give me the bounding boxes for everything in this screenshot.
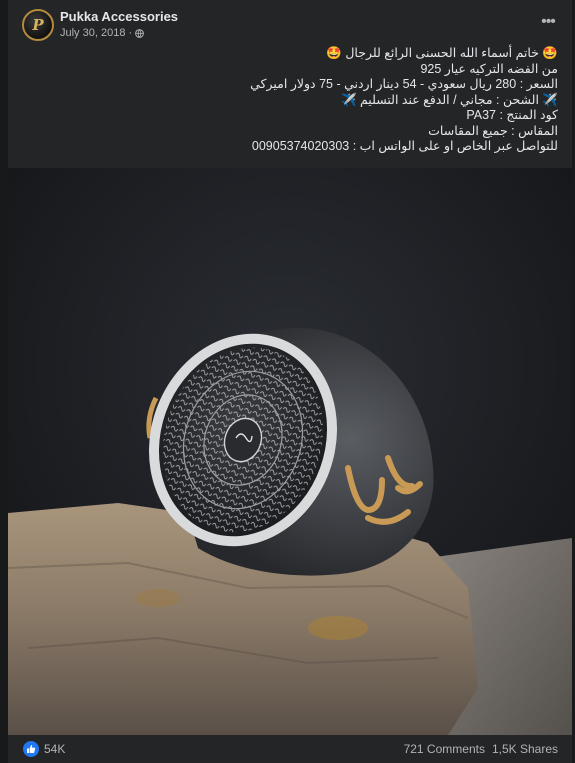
post-photo[interactable] [8,168,572,735]
post-header: P Pukka Accessories July 30, 2018 · ••• [8,0,572,44]
post-date[interactable]: July 30, 2018 [60,27,125,39]
avatar-letter: P [32,16,44,34]
post-text-line: كود المنتج : PA37 [466,108,558,122]
post-meta: July 30, 2018 · [60,27,144,39]
ring-photo [8,168,572,735]
post-text-line: ✈️ الشحن : مجاني / الدفع عند التسليم ✈️ [340,92,558,107]
post-text-line: السعر : 280 ريال سعودي - 54 دينار اردني … [250,77,558,91]
post-footer: 54K 721 Comments 1,5K Shares [8,735,572,763]
post-text-line: 🤩 خاتم أسماء الله الحسنى الرائع للرجال 🤩 [326,46,558,60]
comments-count[interactable]: 721 Comments [404,742,485,756]
post-text-line: للتواصل عبر الخاص او على الواتس اب : 009… [251,139,558,153]
page-avatar[interactable]: P [22,9,54,41]
post-card: P Pukka Accessories July 30, 2018 · ••• … [8,0,572,763]
shares-count[interactable]: 1,5K Shares [492,742,558,756]
meta-separator: · [128,27,133,39]
more-options-icon[interactable]: ••• [536,10,560,34]
reaction-count[interactable]: 54K [44,742,65,756]
post-stats: 721 Comments 1,5K Shares [404,742,558,756]
post-text: 🤩 خاتم أسماء الله الحسنى الرائع للرجال 🤩… [18,46,558,155]
globe-icon [135,28,144,38]
post-text-line: المقاس : جميع المقاسات [428,123,558,138]
thumbs-up-icon [27,745,36,753]
post-text-line: من الفضه التركيه عيار 925 [420,61,558,76]
page-name-link[interactable]: Pukka Accessories [60,9,178,24]
like-icon[interactable] [23,741,39,757]
